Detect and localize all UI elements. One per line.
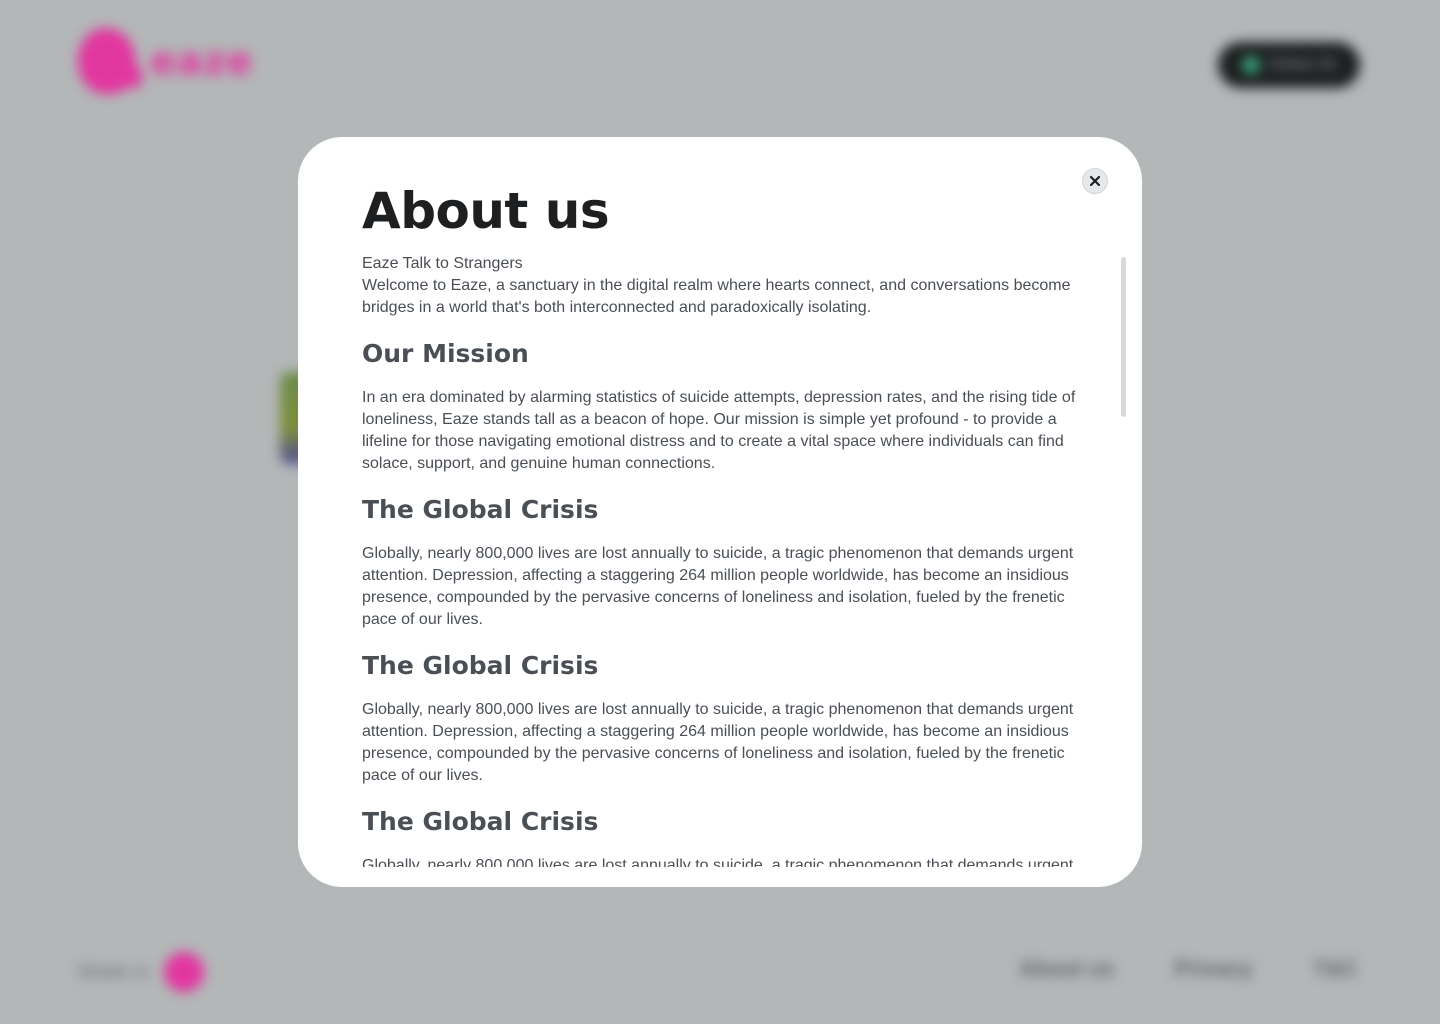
section-heading-crisis-2: The Global Crisis: [362, 651, 599, 680]
online-status-pill: Online 2k: [1218, 42, 1360, 88]
section-heading-mission: Our Mission: [362, 339, 529, 368]
status-dot-icon: [1242, 56, 1261, 74]
footer-link-privacy: Privacy: [1174, 956, 1253, 981]
scrollbar-thumb[interactable]: [1121, 257, 1126, 417]
logo-wordmark: eaze: [150, 39, 254, 83]
footer-credit: Made w: [78, 952, 205, 992]
footer-link-terms: T&C: [1312, 956, 1358, 981]
logo-mark-icon: [78, 28, 142, 94]
close-icon: [1089, 175, 1101, 187]
section-text-crisis-1: Globally, nearly 800,000 lives are lost …: [362, 545, 1074, 628]
intro-paragraph: Eaze Talk to Strangers Welcome to Eaze, …: [362, 253, 1082, 319]
close-button[interactable]: [1082, 168, 1108, 194]
heart-icon: [164, 952, 205, 992]
modal-title: About us: [362, 182, 610, 240]
section-heading-crisis-3: The Global Crisis: [362, 807, 599, 836]
section-heading-crisis-1: The Global Crisis: [362, 495, 599, 524]
modal-scroll-content[interactable]: Eaze Talk to Strangers Welcome to Eaze, …: [362, 253, 1082, 867]
footer-links: About us Privacy T&C: [1019, 956, 1358, 982]
scrollbar[interactable]: [1121, 257, 1126, 417]
section-text-crisis-2: Globally, nearly 800,000 lives are lost …: [362, 701, 1074, 784]
online-status-label: Online 2k: [1268, 56, 1336, 73]
intro-text: Welcome to Eaze, a sanctuary in the digi…: [362, 277, 1071, 316]
section-text-crisis-3: Globally, nearly 800,000 lives are lost …: [362, 857, 1074, 867]
footer-credit-text: Made w: [78, 960, 149, 983]
footer-link-about: About us: [1019, 956, 1115, 981]
about-us-modal: About us Eaze Talk to Strangers Welcome …: [298, 137, 1142, 887]
intro-heading: Eaze Talk to Strangers: [362, 255, 523, 272]
logo: eaze: [78, 28, 253, 94]
section-text-mission: In an era dominated by alarming statisti…: [362, 389, 1076, 472]
